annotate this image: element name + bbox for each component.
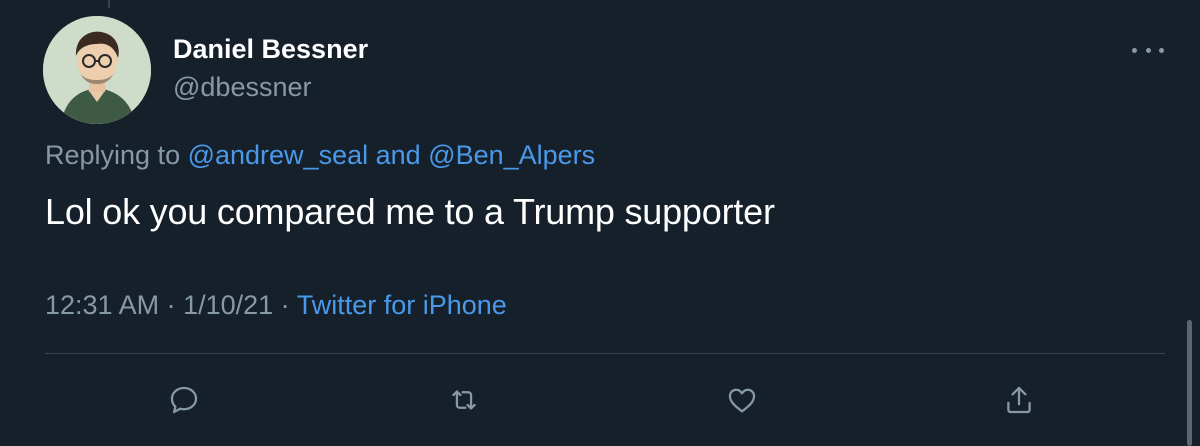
retweet-button[interactable]: [444, 380, 484, 420]
avatar[interactable]: [43, 16, 151, 124]
author-display-name[interactable]: Daniel Bessner: [173, 34, 368, 65]
retweet-icon: [452, 390, 476, 410]
scrollbar[interactable]: [1187, 320, 1192, 446]
reply-button[interactable]: [164, 380, 204, 420]
avatar-illustration-icon: [43, 16, 151, 124]
tweet-text: Lol ok you compared me to a Trump suppor…: [45, 191, 775, 232]
tweet-source[interactable]: Twitter for iPhone: [297, 290, 507, 320]
more-dot: [1132, 47, 1137, 53]
heart-icon: [728, 388, 756, 413]
replying-to-line: Replying to @andrew_seal and @Ben_Alpers: [45, 140, 595, 171]
more-dot: [1145, 47, 1151, 53]
more-options-icon[interactable]: [1132, 40, 1164, 60]
tweet-metadata: 12:31 AM · 1/10/21 · Twitter for iPhone: [45, 290, 507, 321]
author-handle[interactable]: @dbessner: [173, 72, 311, 103]
reply-mention-ben-alpers[interactable]: @Ben_Alpers: [428, 140, 595, 170]
divider: [45, 353, 1165, 354]
share-icon: [1007, 386, 1031, 414]
reply-mention-andrew-seal[interactable]: @andrew_seal: [188, 140, 369, 170]
reply-icon: [170, 386, 198, 414]
meta-separator: ·: [159, 290, 184, 320]
more-dot: [1159, 47, 1164, 53]
thread-connector-line: [108, 0, 110, 8]
tweet-date[interactable]: 1/10/21: [183, 290, 273, 320]
meta-separator: ·: [273, 290, 297, 320]
share-button[interactable]: [999, 380, 1039, 420]
replying-prefix: Replying to: [45, 140, 188, 170]
like-button[interactable]: [722, 380, 762, 420]
replying-conjunction[interactable]: and: [368, 140, 428, 170]
tweet-time[interactable]: 12:31 AM: [45, 290, 159, 320]
